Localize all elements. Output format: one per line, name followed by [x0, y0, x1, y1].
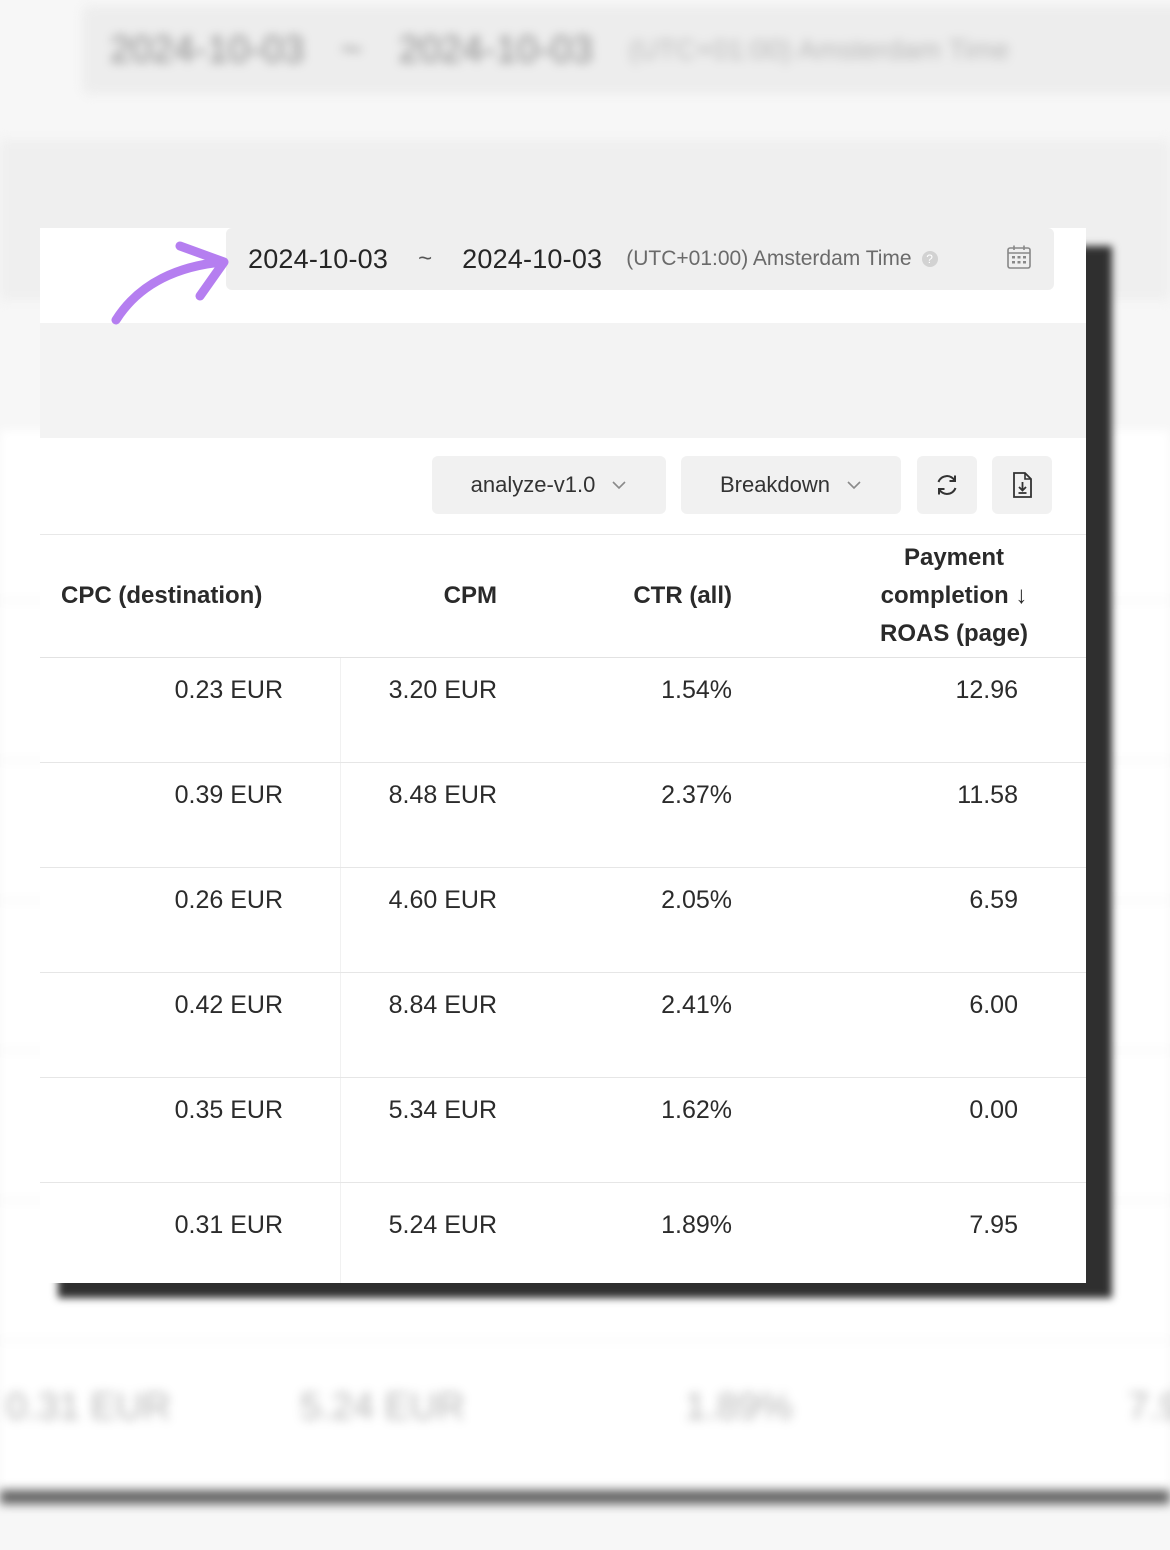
version-select[interactable]: analyze-v1.0	[432, 456, 666, 514]
date-range-picker[interactable]: 2024-10-03 ~ 2024-10-03 (UTC+01:00) Amst…	[226, 228, 1054, 290]
bg-date-start: 2024-10-03	[110, 28, 305, 71]
bg-cell: 7.95	[1128, 1386, 1170, 1428]
refresh-button[interactable]	[917, 456, 977, 514]
cell-cpc: 0.26 EUR	[174, 886, 283, 914]
cell-ctr: 2.41%	[661, 991, 732, 1019]
cell-cpc: 0.23 EUR	[174, 676, 283, 704]
cell-cpm: 8.48 EUR	[388, 781, 497, 809]
table-body: 0.23 EUR 3.20 EUR 1.54% 12.96 0.39 EUR 8…	[40, 658, 1086, 1283]
help-icon[interactable]: ?	[921, 251, 938, 267]
cell-payment-roas: 12.96	[955, 676, 1018, 704]
cell-ctr: 1.54%	[661, 676, 732, 704]
cell-payment-roas: 6.00	[969, 991, 1018, 1019]
bg-cell: 0.31 EUR	[6, 1386, 171, 1428]
cell-cpm: 4.60 EUR	[388, 886, 497, 914]
column-header-ctr-label: CTR (all)	[633, 582, 732, 609]
column-header-payment-roas[interactable]: Payment completion ↓ ROAS (page)	[800, 535, 1028, 657]
column-header-payment-line3: ROAS (page)	[879, 620, 1028, 647]
calendar-icon[interactable]	[1006, 244, 1032, 270]
date-start[interactable]: 2024-10-03	[248, 244, 388, 275]
bg-date-end: 2024-10-03	[398, 28, 593, 71]
zoomed-report-card: 2024-10-03 ~ 2024-10-03 (UTC+01:00) Amst…	[40, 228, 1086, 1283]
bg-shadow	[0, 1490, 1170, 1504]
cell-cpc: 0.42 EUR	[174, 991, 283, 1019]
arrow-annotation	[111, 241, 229, 325]
table-row: 0.26 EUR 4.60 EUR 2.05% 6.59	[40, 868, 1086, 973]
cell-cpm: 5.34 EUR	[388, 1096, 497, 1124]
breakdown-select[interactable]: Breakdown	[681, 456, 901, 514]
cell-cpc: 0.39 EUR	[174, 781, 283, 809]
column-header-cpc[interactable]: CPC (destination)	[61, 535, 262, 657]
export-button[interactable]	[992, 456, 1052, 514]
table-row: 0.39 EUR 8.48 EUR 2.37% 11.58	[40, 763, 1086, 868]
column-header-cpm-label: CPM	[443, 582, 497, 609]
cell-payment-roas: 7.95	[969, 1211, 1018, 1239]
table-row: 0.23 EUR 3.20 EUR 1.54% 12.96	[40, 658, 1086, 763]
table-header: CPC (destination) CPM CTR (all) Payment …	[40, 534, 1086, 658]
column-divider	[340, 658, 341, 762]
column-header-cpm[interactable]: CPM	[340, 535, 497, 657]
column-header-payment-line2: completion ↓	[880, 582, 1028, 609]
refresh-icon	[937, 475, 957, 495]
date-separator: ~	[418, 245, 433, 272]
bg-cell: 1.89%	[685, 1386, 793, 1428]
cell-cpc: 0.31 EUR	[174, 1211, 283, 1239]
column-header-cpc-label: CPC (destination)	[61, 582, 263, 609]
bg-bottom-row: 0.31 EUR 5.24 EUR 1.89% 7.95	[0, 1340, 1170, 1491]
timezone-label: (UTC+01:00) Amsterdam Time	[626, 247, 912, 270]
table-row: 0.35 EUR 5.34 EUR 1.62% 0.00	[40, 1078, 1086, 1183]
cell-cpm: 5.24 EUR	[388, 1211, 497, 1239]
bg-date-separator: ~	[340, 28, 363, 71]
column-divider	[340, 1078, 341, 1182]
column-divider	[340, 973, 341, 1077]
export-icon	[1013, 472, 1032, 498]
cell-payment-roas: 0.00	[969, 1096, 1018, 1124]
table-row: 0.42 EUR 8.84 EUR 2.41% 6.00	[40, 973, 1086, 1078]
filter-band	[40, 323, 1086, 438]
chevron-down-icon	[612, 481, 626, 490]
column-divider	[340, 868, 341, 972]
column-header-ctr[interactable]: CTR (all)	[560, 535, 732, 657]
chevron-down-icon	[847, 481, 861, 490]
cell-ctr: 2.05%	[661, 886, 732, 914]
cell-ctr: 1.89%	[661, 1211, 732, 1239]
cell-payment-roas: 6.59	[969, 886, 1018, 914]
cell-payment-roas: 11.58	[957, 781, 1018, 809]
cell-cpm: 8.84 EUR	[388, 991, 497, 1019]
cell-ctr: 2.37%	[661, 781, 732, 809]
date-end[interactable]: 2024-10-03	[462, 244, 602, 275]
cell-cpm: 3.20 EUR	[388, 676, 497, 704]
table-toolbar: analyze-v1.0 Breakdown	[40, 438, 1086, 534]
breakdown-select-label: Breakdown	[719, 472, 831, 497]
table-row: 0.31 EUR 5.24 EUR 1.89% 7.95	[40, 1183, 1086, 1283]
cell-cpc: 0.35 EUR	[174, 1096, 283, 1124]
column-divider	[340, 763, 341, 867]
version-select-label: analyze-v1.0	[470, 472, 596, 497]
bg-cell: 5.24 EUR	[300, 1386, 465, 1428]
column-header-payment-line1: Payment	[903, 544, 1005, 571]
bg-timezone: (UTC+01:00) Amsterdam Time	[628, 34, 1010, 65]
bg-date-bar: 2024-10-03 ~ 2024-10-03 (UTC+01:00) Amst…	[82, 6, 1170, 94]
cell-ctr: 1.62%	[661, 1096, 732, 1124]
